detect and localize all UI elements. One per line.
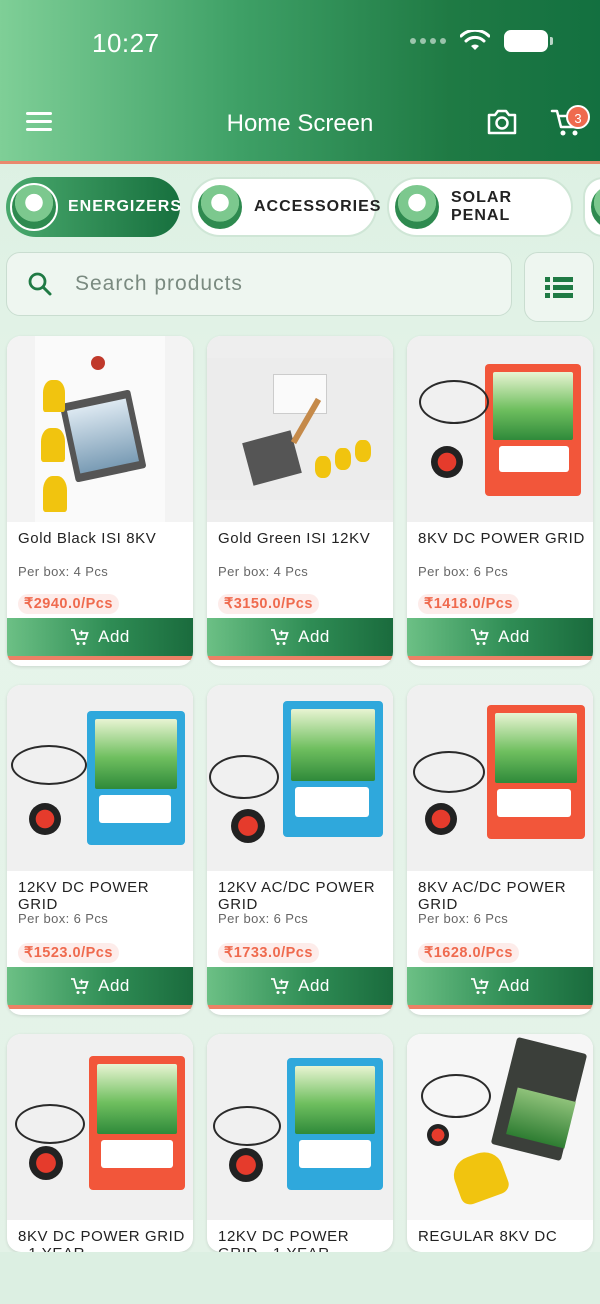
cart-count-badge: 3	[566, 105, 590, 129]
add-label: Add	[98, 627, 130, 646]
product-card[interactable]: Gold Black ISI 8KV Per box: 4 Pcs ₹2940.…	[7, 336, 193, 666]
search-input[interactable]	[75, 272, 475, 296]
product-per-box: Per box: 6 Pcs	[218, 911, 309, 926]
add-to-cart-icon	[471, 629, 489, 645]
list-view-icon	[545, 277, 573, 298]
add-to-cart-button[interactable]: Add	[7, 618, 193, 660]
list-view-button[interactable]	[524, 252, 594, 322]
category-chip-accessories[interactable]: ACCESSORIES	[190, 177, 380, 237]
add-to-cart-icon	[471, 978, 489, 994]
product-image	[7, 685, 193, 871]
search-icon	[28, 272, 52, 296]
product-card[interactable]: 12KV DC POWER GRID Per box: 6 Pcs ₹1523.…	[7, 685, 193, 1015]
add-to-cart-button[interactable]: Add	[407, 618, 593, 660]
product-card[interactable]: 12KV DC POWER GRID - 1 YEAR	[207, 1034, 393, 1252]
product-image	[407, 336, 593, 522]
product-image	[7, 1034, 193, 1220]
product-card[interactable]: 8KV DC POWER GRID - 1 YEAR	[7, 1034, 193, 1252]
product-image	[7, 336, 193, 522]
product-name: 8KV DC POWER GRID	[418, 530, 585, 547]
product-name: 12KV DC POWER GRID	[18, 879, 150, 913]
category-image	[589, 183, 600, 231]
product-image	[407, 685, 593, 871]
product-per-box: Per box: 6 Pcs	[18, 911, 109, 926]
product-name: Gold Black ISI 8KV	[18, 530, 157, 547]
status-time: 10:27	[92, 28, 160, 58]
add-label: Add	[298, 627, 330, 646]
product-name: Gold Green ISI 12KV	[218, 530, 371, 547]
category-label: ACCESSORIES	[254, 198, 382, 215]
product-image	[407, 1034, 593, 1220]
camera-icon	[487, 109, 517, 135]
category-tabs: ENERGIZERS ACCESSORIES SOLAR PENAL	[6, 177, 600, 237]
product-card[interactable]: 8KV DC POWER GRID Per box: 6 Pcs ₹1418.0…	[407, 336, 593, 666]
category-image	[196, 183, 244, 231]
bottom-safe-area	[0, 1252, 600, 1304]
product-image	[207, 336, 393, 522]
product-name: 12KV AC/DC POWER GRID	[218, 879, 376, 913]
category-chip-more[interactable]	[583, 177, 600, 237]
product-price: ₹1523.0/Pcs	[18, 943, 119, 963]
product-name: 12KV DC POWER GRID - 1 YEAR	[218, 1228, 350, 1252]
product-price: ₹3150.0/Pcs	[218, 594, 319, 614]
wifi-icon	[460, 30, 490, 50]
product-per-box: Per box: 6 Pcs	[418, 564, 509, 579]
add-to-cart-button[interactable]: Add	[407, 967, 593, 1009]
product-card[interactable]: 12KV AC/DC POWER GRID Per box: 6 Pcs ₹17…	[207, 685, 393, 1015]
product-card[interactable]: Gold Green ISI 12KV Per box: 4 Pcs ₹3150…	[207, 336, 393, 666]
add-label: Add	[498, 976, 530, 995]
category-image	[10, 183, 58, 231]
product-name: REGULAR 8KV DC	[418, 1228, 558, 1245]
app-header: 10:27 Home Screen 3	[0, 0, 600, 164]
battery-icon	[504, 30, 553, 52]
product-price: ₹2940.0/Pcs	[18, 594, 119, 614]
product-price: ₹1733.0/Pcs	[218, 943, 319, 963]
add-label: Add	[498, 627, 530, 646]
add-to-cart-icon	[71, 978, 89, 994]
signal-icon	[410, 38, 446, 44]
add-to-cart-icon	[271, 629, 289, 645]
category-chip-solar-penal[interactable]: SOLAR PENAL	[387, 177, 573, 237]
product-name: 8KV AC/DC POWER GRID	[418, 879, 567, 913]
product-per-box: Per box: 4 Pcs	[218, 564, 309, 579]
add-label: Add	[98, 976, 130, 995]
product-price: ₹1628.0/Pcs	[418, 943, 519, 963]
category-image	[393, 183, 441, 231]
product-card[interactable]: 8KV AC/DC POWER GRID Per box: 6 Pcs ₹162…	[407, 685, 593, 1015]
product-image	[207, 685, 393, 871]
add-label: Add	[298, 976, 330, 995]
search-bar	[6, 252, 512, 316]
add-to-cart-button[interactable]: Add	[207, 618, 393, 660]
add-to-cart-button[interactable]: Add	[7, 967, 193, 1009]
product-per-box: Per box: 6 Pcs	[418, 911, 509, 926]
product-price: ₹1418.0/Pcs	[418, 594, 519, 614]
add-to-cart-button[interactable]: Add	[207, 967, 393, 1009]
add-to-cart-icon	[271, 978, 289, 994]
product-image	[207, 1034, 393, 1220]
product-name: 8KV DC POWER GRID - 1 YEAR	[18, 1228, 185, 1252]
status-icons	[410, 30, 553, 52]
camera-button[interactable]	[486, 108, 518, 136]
category-label: ENERGIZERS	[68, 198, 183, 215]
product-per-box: Per box: 4 Pcs	[18, 564, 109, 579]
add-to-cart-icon	[71, 629, 89, 645]
category-label: SOLAR PENAL	[451, 189, 512, 224]
category-chip-energizers[interactable]: ENERGIZERS	[6, 177, 183, 237]
product-card[interactable]: REGULAR 8KV DC	[407, 1034, 593, 1252]
